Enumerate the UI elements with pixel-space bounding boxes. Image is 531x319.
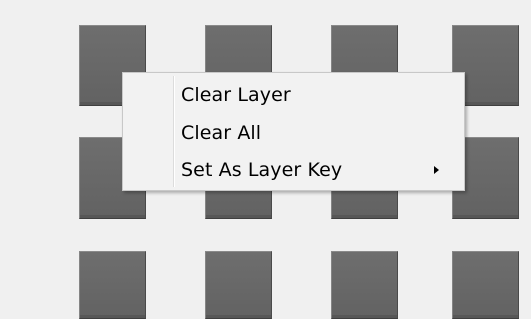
menu-item-label: Set As Layer Key xyxy=(181,159,343,181)
menu-item-label: Clear Layer xyxy=(181,84,291,106)
pad-grid-canvas: Clear Layer Clear All Set As Layer Key xyxy=(0,0,531,319)
chevron-right-icon xyxy=(434,166,439,174)
pad-r3-c1[interactable] xyxy=(79,251,146,319)
menu-item-clear-layer[interactable]: Clear Layer xyxy=(126,77,461,113)
context-menu: Clear Layer Clear All Set As Layer Key xyxy=(122,72,465,191)
pad-r3-c2[interactable] xyxy=(205,251,272,319)
pad-r3-c3[interactable] xyxy=(331,251,398,319)
menu-item-set-as-layer-key[interactable]: Set As Layer Key xyxy=(126,152,461,188)
menu-item-clear-all[interactable]: Clear All xyxy=(126,115,461,151)
menu-item-label: Clear All xyxy=(181,122,262,144)
pad-r3-c4[interactable] xyxy=(452,251,519,319)
